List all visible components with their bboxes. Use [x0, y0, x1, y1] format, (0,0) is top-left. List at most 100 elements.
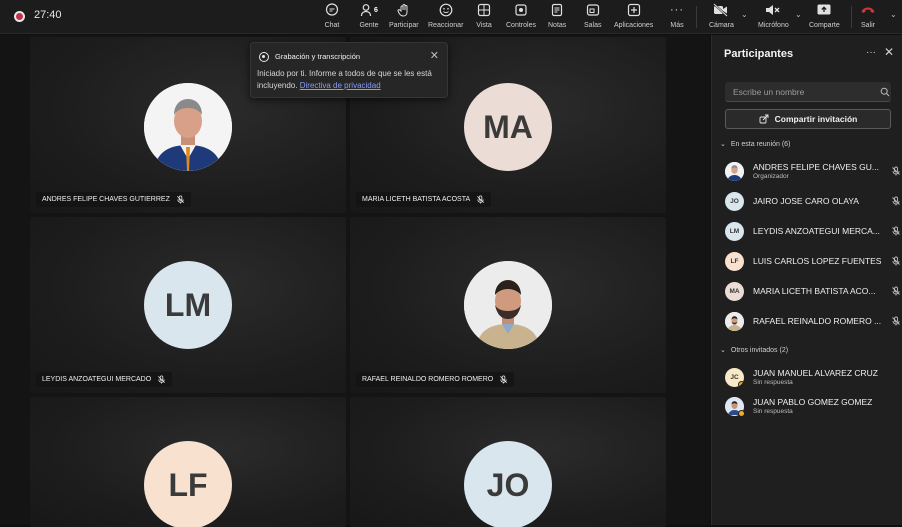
- participants-panel: Participantes ··· ✕ Compartir invitación…: [711, 35, 902, 525]
- leave-options-chevron-icon[interactable]: ⌄: [890, 10, 897, 19]
- participant-status: Sin respuesta: [753, 379, 793, 386]
- more-icon: ···: [670, 4, 684, 16]
- apps-button[interactable]: Aplicaciones: [614, 2, 653, 32]
- mic-muted-icon: [892, 196, 900, 206]
- chevron-down-icon: ⌄: [720, 141, 726, 148]
- participant-initials-avatar: LM: [144, 261, 232, 349]
- more-button[interactable]: ··· Más: [669, 2, 685, 32]
- people-count: 6: [374, 6, 378, 14]
- share-invite-button[interactable]: Compartir invitación: [725, 109, 891, 129]
- controls-icon: [513, 2, 529, 18]
- participant-role: Organizador: [753, 173, 789, 180]
- notification-body: Iniciado por ti. Informe a todos de que …: [257, 69, 432, 90]
- participant-name: JUAN PABLO GOMEZ GOMEZ: [753, 397, 873, 407]
- participant-initials-avatar: LF: [144, 441, 232, 527]
- in-meeting-section-header[interactable]: ⌄ En esta reunión (6): [720, 140, 790, 149]
- participant-initials-avatar: LM: [725, 221, 744, 241]
- reaction-icon: [438, 2, 454, 18]
- mic-muted-icon: [500, 375, 508, 384]
- share-link-icon: [759, 114, 769, 124]
- rooms-button[interactable]: Salas: [584, 2, 602, 32]
- participant-initials-avatar: LF: [725, 251, 744, 271]
- toolbar-divider: [851, 6, 852, 28]
- toolbar-divider: [696, 6, 697, 28]
- notification-title: Grabación y transcripción: [275, 52, 361, 61]
- meeting-toolbar: 27:40 Chat 6 Gente Participar Reaccionar…: [0, 0, 902, 34]
- chat-icon: [324, 2, 340, 18]
- participant-initials-avatar: MA: [464, 83, 552, 171]
- pending-status-icon: [738, 409, 745, 417]
- participant-name: ANDRES FELIPE CHAVES GU...: [753, 162, 879, 172]
- participant-name: RAFAEL REINALDO ROMERO ...: [753, 316, 882, 326]
- panel-title: Participantes: [724, 48, 794, 60]
- raise-hand-icon: [396, 2, 412, 18]
- participant-initials-avatar: JO: [725, 191, 744, 211]
- mic-muted-icon: [892, 256, 900, 266]
- raise-hand-button[interactable]: Participar: [389, 2, 419, 32]
- participant-row[interactable]: LM LEYDIS ANZOATEGUI MERCA...: [725, 219, 901, 243]
- participant-search-input[interactable]: [725, 82, 891, 102]
- participant-name-tag: ANDRES FELIPE CHAVES GUTIERREZ: [36, 192, 191, 207]
- participant-initials-avatar: MA: [725, 281, 744, 301]
- share-screen-icon: [816, 2, 832, 18]
- leave-button[interactable]: Salir: [860, 2, 876, 32]
- mic-muted-icon: [477, 195, 485, 204]
- apps-icon: [626, 2, 642, 18]
- participant-row[interactable]: RAFAEL REINALDO ROMERO ...: [725, 309, 901, 333]
- video-tile[interactable]: LM LEYDIS ANZOATEGUI MERCADO: [30, 217, 346, 393]
- people-button[interactable]: 6 Gente: [356, 2, 382, 32]
- view-button[interactable]: Vista: [476, 2, 492, 32]
- participant-initials-avatar: JO: [464, 441, 552, 527]
- react-button[interactable]: Reaccionar: [428, 2, 463, 32]
- video-tile[interactable]: RAFAEL REINALDO ROMERO ROMERO: [350, 217, 666, 393]
- other-invitees-section-header[interactable]: ⌄ Otros invitados (2): [720, 346, 788, 355]
- microphone-options-chevron-icon[interactable]: ⌄: [795, 10, 802, 19]
- participant-name: JAIRO JOSE CARO OLAYA: [753, 196, 859, 206]
- speaker-muted-icon: [765, 2, 781, 18]
- invitee-row[interactable]: JC JUAN MANUEL ALVAREZ CRUZ Sin respuest…: [725, 365, 901, 389]
- participant-initials-avatar: JC: [725, 367, 744, 387]
- participant-photo-avatar: [725, 396, 745, 417]
- participant-photo-avatar: [144, 83, 232, 171]
- participant-name-tag: LEYDIS ANZOATEGUI MERCADO: [36, 372, 173, 387]
- share-button[interactable]: Comparte: [809, 2, 840, 32]
- participant-row[interactable]: LF LUIS CARLOS LOPEZ FUENTES: [725, 249, 901, 273]
- rooms-icon: [585, 2, 601, 18]
- notes-icon: [549, 2, 565, 18]
- video-tile[interactable]: LF: [30, 397, 346, 527]
- controls-button[interactable]: Controles: [506, 2, 536, 32]
- view-icon: [476, 2, 492, 18]
- camera-options-chevron-icon[interactable]: ⌄: [741, 10, 748, 19]
- mic-muted-icon: [158, 375, 166, 384]
- participant-name: MARIA LICETH BATISTA ACO...: [753, 286, 876, 296]
- notes-button[interactable]: Notas: [548, 2, 566, 32]
- mic-muted-icon: [176, 195, 184, 204]
- meeting-timer: 27:40: [34, 9, 62, 21]
- recording-notification: Grabación y transcripción ✕ Iniciado por…: [250, 42, 448, 98]
- recording-icon: [259, 52, 269, 62]
- video-stage: ANDRES FELIPE CHAVES GUTIERREZ MA MARIA …: [0, 35, 710, 527]
- more-options-icon[interactable]: ···: [866, 47, 876, 58]
- participant-row[interactable]: ANDRES FELIPE CHAVES GU... Organizador: [725, 159, 901, 183]
- mic-muted-icon: [892, 166, 900, 176]
- participant-name-tag: MARIA LICETH BATISTA ACOSTA: [356, 192, 492, 207]
- close-icon[interactable]: ✕: [884, 45, 894, 59]
- participant-name-tag: RAFAEL REINALDO ROMERO ROMERO: [356, 372, 515, 387]
- chat-button[interactable]: Chat: [324, 2, 340, 32]
- video-tile[interactable]: JO: [350, 397, 666, 527]
- participant-row[interactable]: JO JAIRO JOSE CARO OLAYA: [725, 189, 901, 213]
- mic-muted-icon: [892, 316, 900, 326]
- close-icon[interactable]: ✕: [430, 49, 439, 62]
- people-icon: 6: [356, 2, 382, 18]
- participant-row[interactable]: MA MARIA LICETH BATISTA ACO...: [725, 279, 901, 303]
- participant-photo-avatar: [725, 161, 744, 181]
- microphone-button[interactable]: Micrófono: [758, 2, 789, 32]
- camera-off-icon: [713, 2, 729, 18]
- privacy-policy-link[interactable]: Directiva de privacidad: [300, 81, 381, 90]
- chevron-down-icon: ⌄: [720, 347, 726, 354]
- pending-status-icon: [738, 380, 744, 387]
- camera-button[interactable]: Cámara: [709, 2, 734, 32]
- invitee-row[interactable]: JUAN PABLO GOMEZ GOMEZ Sin respuesta: [725, 394, 901, 418]
- participant-name: LEYDIS ANZOATEGUI MERCA...: [753, 226, 880, 236]
- participant-name: JUAN MANUEL ALVAREZ CRUZ: [753, 368, 879, 378]
